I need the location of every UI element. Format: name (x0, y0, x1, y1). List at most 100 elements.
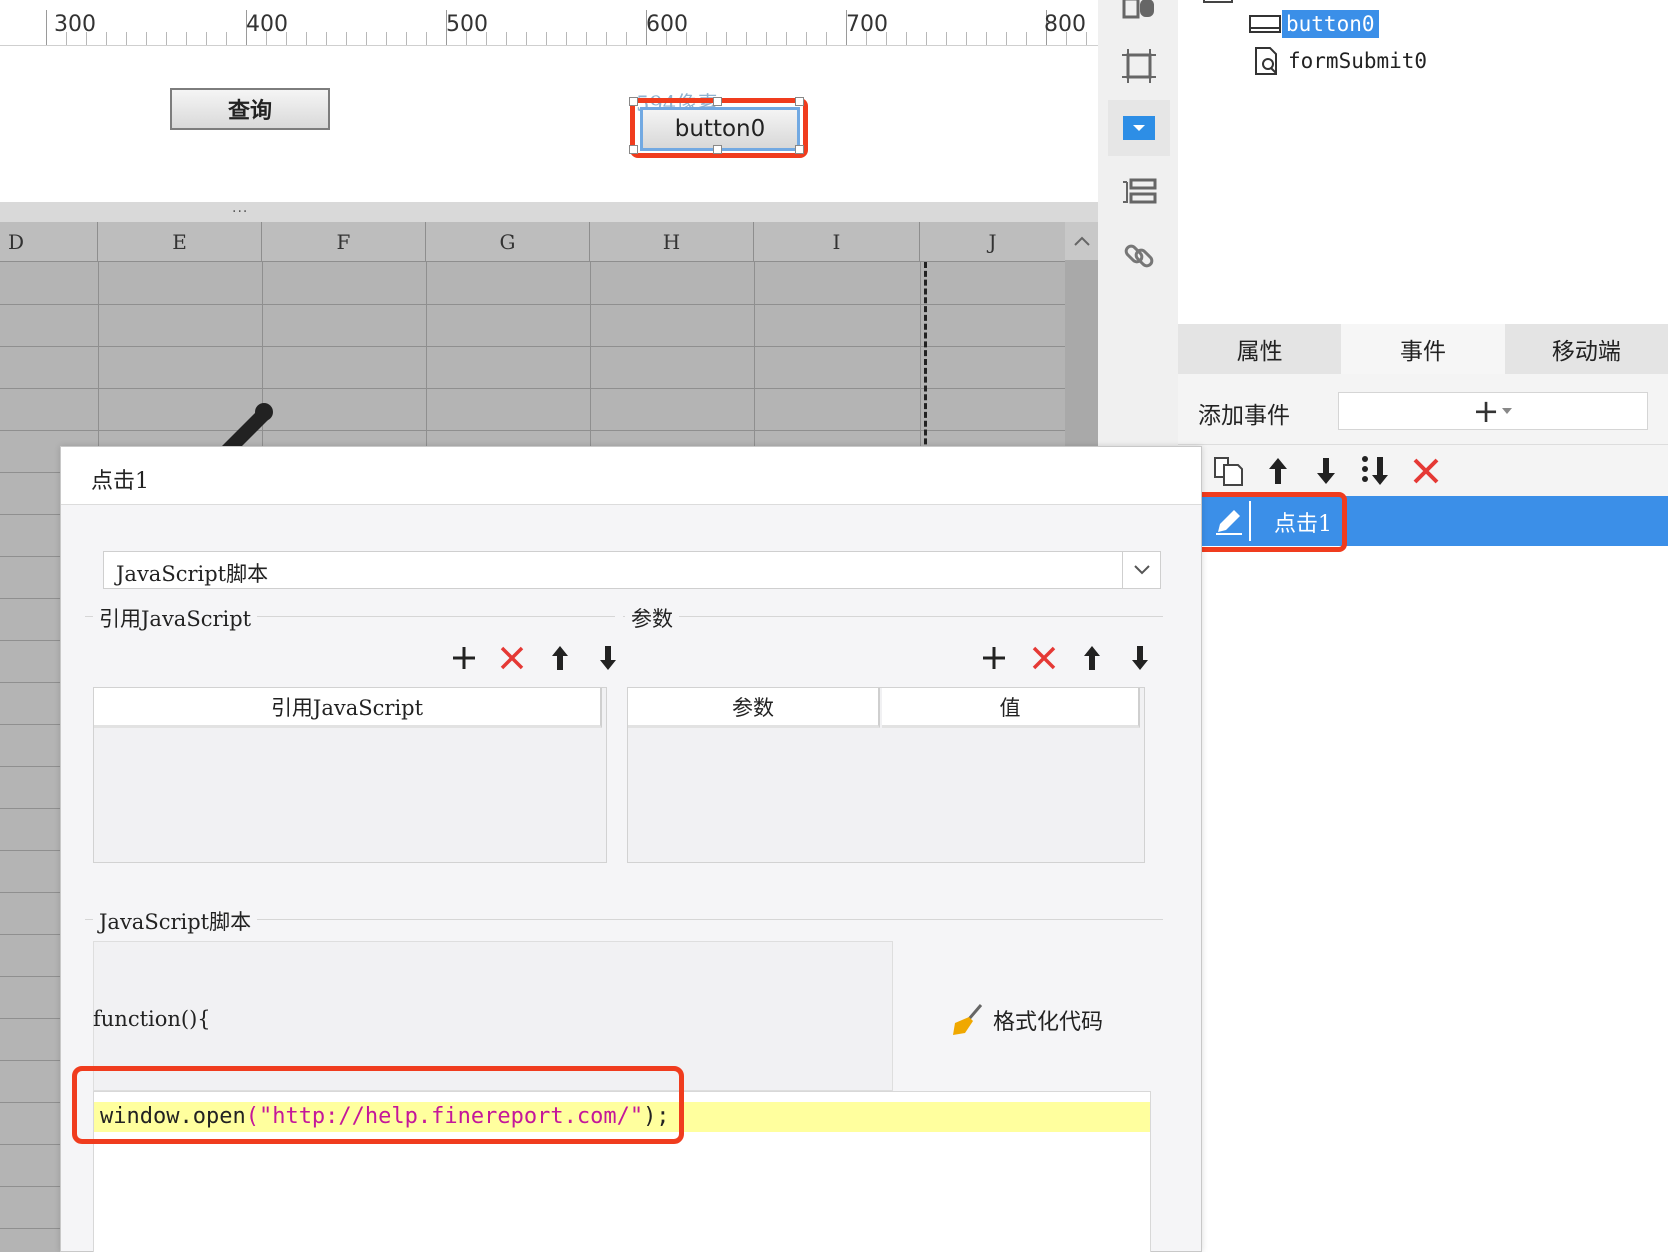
tree-node-icon (1203, 0, 1233, 3)
script-section-title: JavaScript脚本 (93, 906, 258, 936)
tree-item-button0[interactable]: button0 (1248, 10, 1379, 38)
resize-handle[interactable] (629, 97, 638, 106)
dropdown-tool-button[interactable] (1108, 100, 1170, 156)
layout-tool-button[interactable] (1108, 164, 1170, 220)
ruler-tick (926, 32, 927, 45)
ruler-tick (626, 32, 627, 45)
move-down-ref-js-button[interactable] (591, 641, 625, 675)
link-icon (1124, 244, 1154, 268)
ruler-tick (966, 32, 967, 45)
column-header-j[interactable]: J (920, 222, 1065, 262)
column-header-e[interactable]: E (98, 222, 262, 262)
plus-icon (983, 647, 1005, 669)
move-up-param-button[interactable] (1075, 641, 1109, 675)
ruler-tick (146, 32, 147, 45)
ref-js-column-header[interactable]: 引用JavaScript (94, 688, 602, 728)
ruler-tick (326, 32, 327, 45)
widget-tool-button[interactable] (1108, 0, 1170, 36)
ruler-tick (1006, 32, 1007, 45)
horizontal-ruler: 300 400 500 600 700 800 (0, 0, 1098, 46)
splitter-grip[interactable]: ... (232, 200, 248, 216)
format-code-button[interactable]: 格式化代码 (951, 1003, 1103, 1037)
caret-down-icon (1502, 408, 1513, 414)
tab-mobile[interactable]: 移动端 (1505, 324, 1668, 374)
params-table[interactable]: 参数 值 (627, 687, 1145, 863)
tab-properties[interactable]: 属性 (1178, 324, 1341, 374)
query-button[interactable]: 查询 (170, 88, 330, 130)
value-column-header[interactable]: 值 (882, 688, 1140, 728)
dialog-title: 点击1 (91, 469, 149, 494)
ruler-tick (746, 32, 747, 45)
link-tool-button[interactable] (1108, 228, 1170, 284)
resize-handle[interactable] (713, 145, 722, 154)
arrow-up-icon (1269, 458, 1287, 484)
arrow-up-icon (1084, 646, 1100, 670)
frame-tool-button[interactable] (1108, 38, 1170, 94)
resize-handle[interactable] (629, 145, 638, 154)
ruler-label-500: 500 (446, 12, 488, 37)
move-down-event-button[interactable] (1308, 453, 1344, 489)
tab-events[interactable]: 事件 (1341, 324, 1505, 374)
select-dropdown-button[interactable] (1122, 552, 1160, 588)
ruler-label-300: 300 (54, 12, 96, 37)
form-submit-icon (1255, 47, 1277, 75)
add-ref-js-button[interactable] (447, 641, 481, 675)
add-param-button[interactable] (977, 641, 1011, 675)
column-header-f[interactable]: F (262, 222, 426, 262)
move-up-event-button[interactable] (1260, 453, 1296, 489)
column-header-i[interactable]: I (754, 222, 920, 262)
ruler-tick (986, 32, 987, 45)
arrow-down-icon (1317, 458, 1335, 484)
resize-handle[interactable] (795, 145, 804, 154)
move-down-param-button[interactable] (1123, 641, 1157, 675)
ruler-tick (906, 32, 907, 45)
ruler-tick (406, 32, 407, 45)
add-event-button[interactable]: + (1338, 392, 1648, 430)
section-divider (623, 616, 1163, 617)
ruler-tick (786, 32, 787, 45)
sort-event-button[interactable] (1358, 453, 1394, 489)
ruler-tick (106, 32, 107, 45)
event-list: 点击1 (1191, 492, 1668, 1252)
column-header-g[interactable]: G (426, 222, 590, 262)
event-item-highlight (1191, 492, 1347, 552)
tree-item-formsubmit0[interactable]: formSubmit0 (1252, 46, 1427, 76)
column-header-d[interactable]: D (0, 222, 98, 262)
param-column-header[interactable]: 参数 (628, 688, 880, 728)
scroll-up-button[interactable] (1065, 222, 1098, 260)
ref-js-table[interactable]: 引用JavaScript (93, 687, 607, 863)
page-break-line (924, 262, 927, 462)
resize-handle[interactable] (713, 97, 722, 106)
ruler-tick (726, 32, 727, 45)
ruler-tick (1026, 32, 1027, 45)
dropdown-icon (1123, 116, 1155, 140)
ruler-tick (566, 32, 567, 45)
format-code-label: 格式化代码 (993, 1010, 1104, 1035)
ruler-tick (206, 32, 207, 45)
event-editor-dialog: 点击1 JavaScript脚本 引用JavaScript 引用JavaScri… (60, 446, 1202, 1252)
column-header: D E F G H I J (0, 222, 1065, 262)
delete-ref-js-button[interactable] (495, 641, 529, 675)
ruler-tick (766, 32, 767, 45)
arrow-down-icon (1132, 646, 1148, 670)
ruler-tick (506, 32, 507, 45)
delete-icon (1032, 646, 1056, 670)
selected-widget-highlight: button0 (629, 97, 808, 158)
column-header-h[interactable]: H (590, 222, 754, 262)
ruler-label-600: 600 (646, 12, 688, 37)
script-code-editor[interactable]: window.open("http://help.finereport.com/… (72, 1066, 1151, 1252)
copy-event-button[interactable] (1210, 453, 1246, 489)
delete-param-button[interactable] (1027, 641, 1061, 675)
event-type-select[interactable]: JavaScript脚本 (103, 551, 1161, 589)
property-panel: button0 formSubmit0 属性 事件 移动端 添加事件 + 点击1 (1178, 0, 1668, 1252)
move-up-ref-js-button[interactable] (543, 641, 577, 675)
design-splitter[interactable] (0, 202, 1098, 222)
resize-handle[interactable] (795, 97, 804, 106)
delete-icon (500, 646, 524, 670)
sort-icon (1362, 456, 1388, 485)
delete-event-button[interactable] (1408, 453, 1444, 489)
ruler-tick (46, 10, 47, 45)
form-design-canvas[interactable]: 594像素 查询 button0 ... (0, 46, 1098, 222)
tree-item-label: formSubmit0 (1288, 49, 1428, 73)
grid-row-line (0, 388, 1065, 389)
